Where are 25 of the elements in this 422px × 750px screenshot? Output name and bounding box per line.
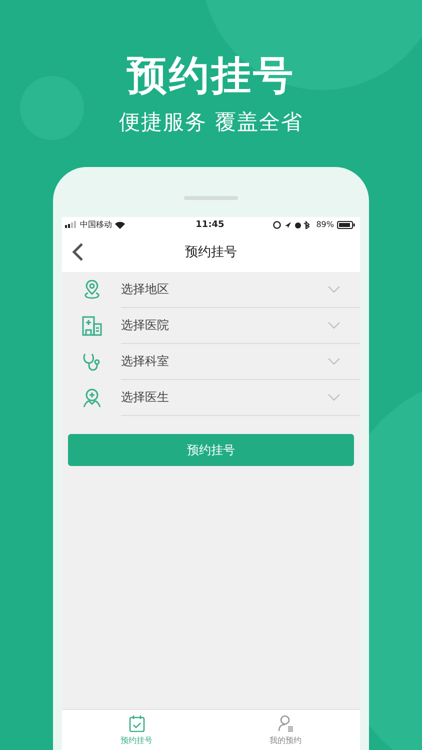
select-field[interactable]: 选择科室 [121,344,360,380]
calendar-check-icon [128,714,144,732]
location-pin-icon [82,280,102,300]
tab-item[interactable]: 我的预约 [211,710,360,750]
promo-title: 预约挂号 [126,52,296,100]
stethoscope-icon [82,352,102,372]
carrier-name: 中国移动 [80,219,112,230]
signal-icon [65,221,77,228]
chevron-down-icon [328,358,340,365]
status-time: 11:45 [196,220,224,230]
chevron-down-icon [328,322,340,329]
back-icon[interactable] [72,242,84,262]
wifi-icon [115,220,125,228]
chevron-down-icon [328,394,340,401]
select-field[interactable]: 选择地区 [121,272,360,308]
chevron-down-icon [328,286,340,293]
promo-subtitle: 便捷服务 覆盖全省 [118,109,304,136]
doctor-icon [82,388,102,408]
select-field[interactable]: 选择医生 [121,380,360,416]
battery-icon [337,220,355,228]
select-field[interactable]: 选择医院 [121,308,360,344]
hospital-icon [82,316,102,336]
screen-title: 预约挂号 [185,244,237,261]
user-list-icon [278,714,294,732]
battery-percent: 89% [316,220,334,229]
